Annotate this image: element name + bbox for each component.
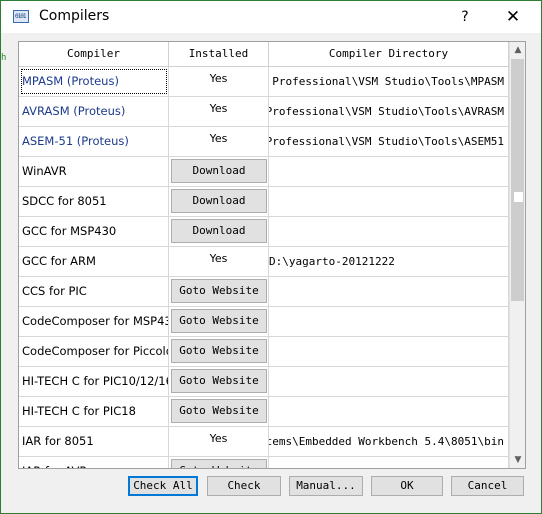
table-row[interactable]: GCC for MSP430 Download: [19, 217, 509, 247]
compiler-directory-cell[interactable]: D:\yagarto-20121222: [269, 247, 509, 276]
compiler-directory-cell[interactable]: Systems\Embedded Workbench 5.4\8051\bin: [269, 427, 509, 456]
scroll-up-icon[interactable]: ▲: [510, 42, 525, 58]
compiler-directory-cell[interactable]: [269, 277, 509, 306]
window-title: Compilers: [39, 8, 110, 24]
installed-cell: Download: [169, 157, 269, 186]
table-row[interactable]: IAR for AVRGoto Website: [19, 457, 509, 468]
compiler-name-cell[interactable]: SDCC for 8051: [19, 187, 169, 216]
compiler-name-cell[interactable]: AVRASM (Proteus): [19, 97, 169, 126]
compiler-name-cell[interactable]: CCS for PIC: [19, 277, 169, 306]
download-button[interactable]: Download: [171, 189, 267, 213]
table-row[interactable]: IAR for 8051 Yes Systems\Embedded Workbenc…: [19, 427, 509, 457]
manual-button[interactable]: Manual...: [289, 476, 363, 496]
cancel-button[interactable]: Cancel: [451, 476, 524, 496]
compiler-directory-cell[interactable]: [269, 397, 509, 426]
compiler-directory-cell[interactable]: s 8 Professional\VSM Studio\Tools\MPASM: [269, 67, 509, 96]
compilers-dialog: 0101 Compilers ? ✕ h Compiler Installed …: [0, 0, 542, 514]
installed-cell: Goto Website: [169, 277, 269, 306]
download-button[interactable]: Download: [171, 159, 267, 183]
table-row[interactable]: HI-TECH C for PIC10/12/16 Goto Website: [19, 367, 509, 397]
compiler-directory-cell[interactable]: [269, 217, 509, 246]
goto-website-button[interactable]: Goto Website: [171, 279, 267, 303]
compilers-table: Compiler Installed Compiler Directory MP…: [18, 41, 526, 469]
scroll-down-icon[interactable]: ▼: [510, 452, 525, 468]
ok-button[interactable]: OK: [371, 476, 443, 496]
compiler-name-cell[interactable]: MPASM (Proteus): [19, 67, 169, 96]
goto-website-button[interactable]: Goto Website: [171, 369, 267, 393]
table-row[interactable]: SDCC for 8051 Download: [19, 187, 509, 217]
goto-website-button[interactable]: Goto Website: [171, 339, 267, 363]
compiler-directory-text: Systems\Embedded Workbench 5.4\8051\bin: [269, 435, 504, 448]
table-row[interactable]: GCC for ARM Yes D:\yagarto-20121222: [19, 247, 509, 277]
app-icon: 0101: [13, 10, 29, 23]
table-row[interactable]: CodeComposer for Piccolo Goto Website: [19, 337, 509, 367]
compiler-directory-text: D:\yagarto-20121222: [269, 255, 395, 268]
compiler-name-cell[interactable]: CodeComposer for Piccolo: [19, 337, 169, 366]
compiler-name-cell[interactable]: WinAVR: [19, 157, 169, 186]
installed-cell: Goto Website: [169, 397, 269, 426]
column-header-directory[interactable]: Compiler Directory: [269, 42, 509, 66]
installed-cell: Download: [169, 187, 269, 216]
download-button[interactable]: Download: [171, 219, 267, 243]
background-text: h: [1, 53, 7, 63]
compiler-name-cell[interactable]: GCC for ARM: [19, 247, 169, 276]
compiler-name-cell[interactable]: IAR for 8051: [19, 427, 169, 456]
installed-status: Yes: [209, 102, 228, 115]
check-button[interactable]: Check: [207, 476, 281, 496]
table-row[interactable]: HI-TECH C for PIC18 Goto Website: [19, 397, 509, 427]
compiler-directory-cell[interactable]: [269, 457, 509, 468]
installed-cell: Yes: [169, 427, 269, 456]
compiler-directory-text: 8 Professional\VSM Studio\Tools\ASEM51: [269, 135, 504, 148]
installed-status: Yes: [209, 72, 228, 85]
goto-website-button[interactable]: Goto Website: [171, 459, 267, 468]
goto-website-button[interactable]: Goto Website: [171, 309, 267, 333]
compiler-name-cell[interactable]: ASEM-51 (Proteus): [19, 127, 169, 156]
scrollbar-thumb[interactable]: [511, 59, 524, 301]
compiler-directory-text: s 8 Professional\VSM Studio\Tools\MPASM: [269, 75, 504, 88]
compiler-name-cell[interactable]: IAR for AVR: [19, 457, 169, 468]
compiler-name-cell[interactable]: CodeComposer for MSP430: [19, 307, 169, 336]
check-all-button[interactable]: Check All: [128, 476, 198, 496]
table-row[interactable]: ASEM-51 (Proteus) Yes 8 Professional\VSM …: [19, 127, 509, 157]
compiler-directory-cell[interactable]: [269, 367, 509, 396]
installed-cell: Yes: [169, 67, 269, 96]
close-icon[interactable]: ✕: [499, 5, 527, 29]
installed-cell: Goto Website: [169, 307, 269, 336]
goto-website-button[interactable]: Goto Website: [171, 399, 267, 423]
table-row[interactable]: WinAVR Download: [19, 157, 509, 187]
table-row[interactable]: CCS for PIC Goto Website: [19, 277, 509, 307]
installed-status: Yes: [209, 132, 228, 145]
installed-cell: Goto Website: [169, 367, 269, 396]
installed-cell: Yes: [169, 247, 269, 276]
compiler-directory-cell[interactable]: 8 Professional\VSM Studio\Tools\ASEM51: [269, 127, 509, 156]
title-bar: 0101 Compilers ? ✕: [1, 1, 541, 33]
compiler-directory-cell[interactable]: [269, 187, 509, 216]
compiler-name-cell[interactable]: HI-TECH C for PIC10/12/16: [19, 367, 169, 396]
table-row[interactable]: MPASM (Proteus) Yes s 8 Professional\VSM S…: [19, 67, 509, 97]
compiler-directory-cell[interactable]: [269, 307, 509, 336]
compiler-name-cell[interactable]: GCC for MSP430: [19, 217, 169, 246]
installed-cell: Yes: [169, 127, 269, 156]
installed-cell: Goto Website: [169, 337, 269, 366]
installed-cell: Goto Website: [169, 457, 269, 468]
compiler-directory-cell[interactable]: 8 Professional\VSM Studio\Tools\AVRASM: [269, 97, 509, 126]
compiler-name-cell[interactable]: HI-TECH C for PIC18: [19, 397, 169, 426]
compiler-directory-cell[interactable]: [269, 337, 509, 366]
table-header: Compiler Installed Compiler Directory: [19, 42, 509, 67]
installed-cell: Download: [169, 217, 269, 246]
compiler-directory-text: 8 Professional\VSM Studio\Tools\AVRASM: [269, 105, 504, 118]
help-button[interactable]: ?: [453, 7, 477, 27]
vertical-scrollbar[interactable]: ▲ ▼: [509, 42, 525, 468]
column-header-compiler[interactable]: Compiler: [19, 42, 169, 66]
installed-cell: Yes: [169, 97, 269, 126]
table-row[interactable]: AVRASM (Proteus) Yes 8 Professional\VSM S…: [19, 97, 509, 127]
table-row[interactable]: CodeComposer for MSP430 Goto Website: [19, 307, 509, 337]
column-header-installed[interactable]: Installed: [169, 42, 269, 66]
compiler-directory-cell[interactable]: [269, 157, 509, 186]
installed-status: Yes: [209, 252, 228, 265]
scrollbar-grip: [514, 192, 523, 202]
installed-status: Yes: [209, 432, 228, 445]
